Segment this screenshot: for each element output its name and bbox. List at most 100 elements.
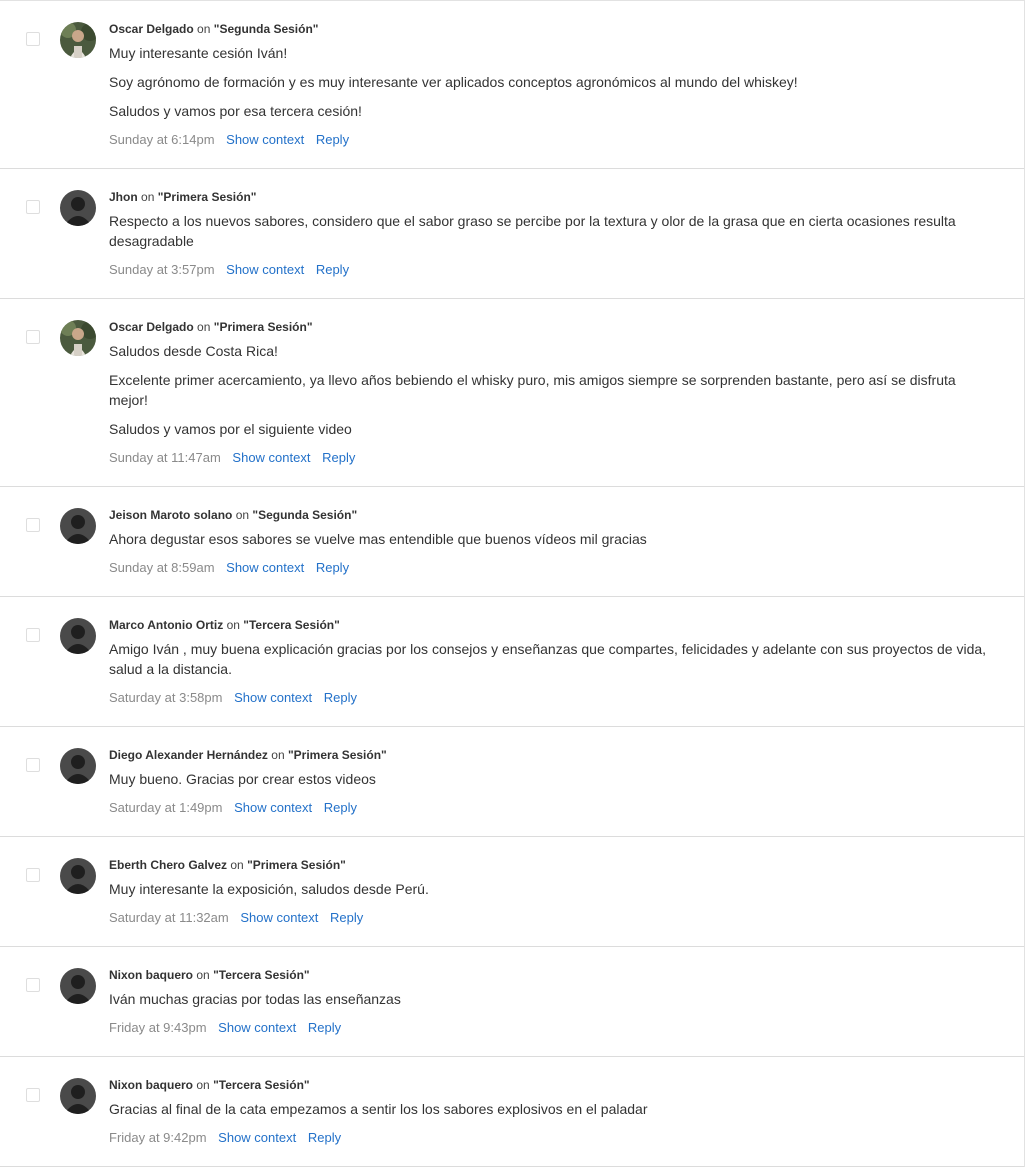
- select-checkbox[interactable]: [26, 628, 40, 642]
- comment-timestamp: Friday at 9:42pm: [109, 1130, 207, 1145]
- connector-text: on: [196, 1078, 210, 1092]
- comment-actions: Friday at 9:42pm Show context Reply: [109, 1129, 994, 1146]
- comment-text: Muy interesante la exposición, saludos d…: [109, 881, 429, 897]
- show-context-link[interactable]: Show context: [232, 450, 310, 465]
- connector-text: on: [197, 22, 211, 36]
- comment-actions: Saturday at 1:49pm Show context Reply: [109, 799, 994, 816]
- comment-actions: Sunday at 3:57pm Show context Reply: [109, 261, 994, 278]
- comment-author[interactable]: Jhon: [109, 190, 138, 204]
- comment-text: Ahora degustar esos sabores se vuelve ma…: [109, 531, 647, 547]
- reply-link[interactable]: Reply: [308, 1130, 341, 1145]
- post-title[interactable]: "Primera Sesión": [288, 748, 387, 762]
- comment-author[interactable]: Jeison Maroto solano: [109, 508, 232, 522]
- comment-item: Eberth Chero Galvez on "Primera Sesión" …: [0, 837, 1024, 947]
- comment-timestamp: Saturday at 11:32am: [109, 910, 229, 925]
- comment-actions: Sunday at 6:14pm Show context Reply: [109, 131, 994, 148]
- comment-author[interactable]: Nixon baquero: [109, 1078, 193, 1092]
- reply-link[interactable]: Reply: [316, 132, 349, 147]
- photo-avatar[interactable]: [60, 22, 96, 58]
- comment-author[interactable]: Eberth Chero Galvez: [109, 858, 227, 872]
- show-context-link[interactable]: Show context: [218, 1130, 296, 1145]
- default-avatar-icon[interactable]: [60, 618, 96, 654]
- default-avatar-icon[interactable]: [60, 968, 96, 1004]
- show-context-link[interactable]: Show context: [234, 800, 312, 815]
- comment-meta: Diego Alexander Hernández on "Primera Se…: [109, 747, 994, 764]
- default-avatar-icon[interactable]: [60, 508, 96, 544]
- show-context-link[interactable]: Show context: [234, 690, 312, 705]
- reply-link[interactable]: Reply: [324, 690, 357, 705]
- default-avatar-icon[interactable]: [60, 190, 96, 226]
- comment-body: Muy bueno. Gracias por crear estos video…: [109, 769, 994, 789]
- connector-text: on: [235, 508, 250, 522]
- comment-text: Respecto a los nuevos sabores, considero…: [109, 213, 956, 249]
- comment-actions: Friday at 9:43pm Show context Reply: [109, 1019, 994, 1036]
- comment-body: Gracias al final de la cata empezamos a …: [109, 1099, 994, 1119]
- comment-meta: Oscar Delgado on "Primera Sesión": [109, 319, 994, 336]
- comment-item: Nixon baquero on "Tercera Sesión" Iván m…: [0, 947, 1024, 1057]
- post-title[interactable]: "Primera Sesión": [247, 858, 346, 872]
- comment-timestamp: Sunday at 3:57pm: [109, 262, 215, 277]
- comment-item: Nixon baquero on "Tercera Sesión" Gracia…: [0, 1057, 1024, 1167]
- comment-body: Respecto a los nuevos sabores, considero…: [109, 211, 994, 251]
- comment-author[interactable]: Nixon baquero: [109, 968, 193, 982]
- show-context-link[interactable]: Show context: [218, 1020, 296, 1035]
- post-title[interactable]: "Tercera Sesión": [213, 1078, 310, 1092]
- select-checkbox[interactable]: [26, 200, 40, 214]
- post-title[interactable]: "Primera Sesión": [158, 190, 257, 204]
- reply-link[interactable]: Reply: [330, 910, 363, 925]
- comment-meta: Nixon baquero on "Tercera Sesión": [109, 1077, 994, 1094]
- comment-meta: Eberth Chero Galvez on "Primera Sesión": [109, 857, 994, 874]
- post-title[interactable]: "Tercera Sesión": [243, 618, 340, 632]
- comment-text: Gracias al final de la cata empezamos a …: [109, 1101, 648, 1117]
- default-avatar-icon[interactable]: [60, 748, 96, 784]
- connector-text: on: [226, 618, 240, 632]
- default-avatar-icon[interactable]: [60, 1078, 96, 1114]
- comment-actions: Sunday at 11:47am Show context Reply: [109, 449, 994, 466]
- show-context-link[interactable]: Show context: [226, 262, 304, 277]
- comment-timestamp: Sunday at 11:47am: [109, 450, 221, 465]
- comment-body: Muy interesante cesión Iván! Soy agrónomo…: [109, 43, 994, 121]
- select-checkbox[interactable]: [26, 978, 40, 992]
- comment-body: Muy interesante la exposición, saludos d…: [109, 879, 994, 899]
- select-checkbox[interactable]: [26, 518, 40, 532]
- comment-author[interactable]: Marco Antonio Ortiz: [109, 618, 223, 632]
- reply-link[interactable]: Reply: [316, 560, 349, 575]
- select-checkbox[interactable]: [26, 868, 40, 882]
- reply-link[interactable]: Reply: [324, 800, 357, 815]
- comment-timestamp: Friday at 9:43pm: [109, 1020, 207, 1035]
- show-context-link[interactable]: Show context: [226, 132, 304, 147]
- post-title[interactable]: "Segunda Sesión": [214, 22, 319, 36]
- connector-text: on: [271, 748, 285, 762]
- comment-body: Iván muchas gracias por todas las enseña…: [109, 989, 994, 1009]
- comment-meta: Oscar Delgado on "Segunda Sesión": [109, 21, 994, 38]
- post-title[interactable]: "Tercera Sesión": [213, 968, 310, 982]
- show-context-link[interactable]: Show context: [240, 910, 318, 925]
- comment-author[interactable]: Oscar Delgado: [109, 320, 194, 334]
- comment-meta: Marco Antonio Ortiz on "Tercera Sesión": [109, 617, 994, 634]
- comment-text: Saludos y vamos por esa tercera cesión!: [109, 103, 362, 119]
- connector-text: on: [197, 320, 211, 334]
- photo-avatar[interactable]: [60, 320, 96, 356]
- reply-link[interactable]: Reply: [308, 1020, 341, 1035]
- comment-item: Marco Antonio Ortiz on "Tercera Sesión" …: [0, 597, 1024, 727]
- select-checkbox[interactable]: [26, 330, 40, 344]
- default-avatar-icon[interactable]: [60, 858, 96, 894]
- comment-item: Jhon on "Primera Sesión" Respecto a los …: [0, 169, 1024, 299]
- comment-item: Oscar Delgado on "Primera Sesión" Saludo…: [0, 299, 1024, 487]
- post-title[interactable]: "Primera Sesión": [214, 320, 313, 334]
- connector-text: on: [141, 190, 155, 204]
- reply-link[interactable]: Reply: [322, 450, 355, 465]
- comment-text: Muy interesante cesión Iván!: [109, 45, 288, 61]
- comment-author[interactable]: Diego Alexander Hernández: [109, 748, 268, 762]
- comment-list: Oscar Delgado on "Segunda Sesión" Muy in…: [0, 0, 1025, 1167]
- comment-timestamp: Saturday at 1:49pm: [109, 800, 223, 815]
- show-context-link[interactable]: Show context: [226, 560, 304, 575]
- reply-link[interactable]: Reply: [316, 262, 349, 277]
- select-checkbox[interactable]: [26, 32, 40, 46]
- comment-timestamp: Sunday at 8:59am: [109, 560, 215, 575]
- select-checkbox[interactable]: [26, 758, 40, 772]
- comment-text: Iván muchas gracias por todas las enseña…: [109, 991, 401, 1007]
- comment-author[interactable]: Oscar Delgado: [109, 22, 194, 36]
- select-checkbox[interactable]: [26, 1088, 40, 1102]
- post-title[interactable]: "Segunda Sesión": [252, 508, 357, 522]
